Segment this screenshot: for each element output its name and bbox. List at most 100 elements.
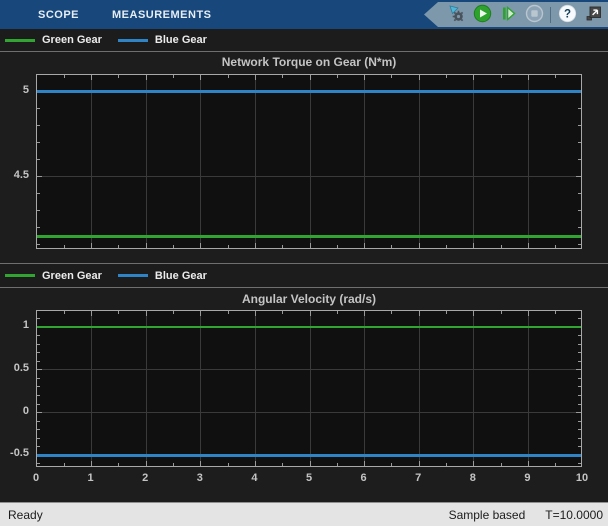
axis-tick [146,75,147,80]
tab-scope[interactable]: SCOPE [38,9,79,21]
axis-tick [173,311,174,314]
plot-axes[interactable] [36,310,582,467]
simulation-settings-button[interactable] [446,5,466,25]
legend-line-swatch [118,39,148,42]
legend-item-blue-gear[interactable]: Blue Gear [118,270,207,282]
axis-tick [501,245,502,248]
axis-tick [578,125,581,126]
axis-tick [528,311,529,316]
status-sample-mode: Sample based [449,508,526,522]
axis-tick [255,75,256,80]
axis-tick [337,245,338,248]
axis-tick [37,335,40,336]
legend-line-swatch [118,274,148,277]
axis-tick [118,311,119,314]
axis-tick [391,245,392,248]
gridline-vertical [255,75,256,248]
gridline-vertical [200,311,201,466]
axis-tick [37,412,42,413]
gridline-vertical [528,75,529,248]
gridline-vertical [364,75,365,248]
legend-item-green-gear[interactable]: Green Gear [5,34,102,46]
axis-tick [501,75,502,78]
status-text: Ready [8,508,43,522]
axis-tick [391,463,392,466]
axis-tick [576,176,581,177]
legend-line-swatch [5,274,35,277]
x-tick-label: 0 [21,472,51,484]
y-tick-label: 0.5 [0,362,29,374]
axis-tick [446,75,447,78]
axis-tick [37,142,40,143]
axis-tick [118,245,119,248]
x-tick-label: 1 [76,472,106,484]
axis-tick [578,361,581,362]
gridline-vertical [146,75,147,248]
axis-tick [91,243,92,248]
stop-icon [525,4,544,26]
series-line-green-gear [37,235,581,238]
axis-tick [173,245,174,248]
axis-tick [578,142,581,143]
dock-icon [584,4,603,26]
status-bar: Ready Sample based T=10.0000 [0,502,608,526]
gridline-horizontal [37,369,581,370]
axis-tick [419,461,420,466]
svg-text:?: ? [563,8,570,20]
axis-tick [501,463,502,466]
gridline-vertical [200,75,201,248]
legend-display-2: Green Gear Blue Gear [0,264,608,287]
step-forward-button[interactable] [498,5,518,25]
axis-tick [391,311,392,314]
legend-item-green-gear[interactable]: Green Gear [5,270,102,282]
gridline-vertical [255,311,256,466]
tab-measurements[interactable]: MEASUREMENTS [112,9,212,21]
axis-tick [255,461,256,466]
axis-tick [255,243,256,248]
legend-item-label: Blue Gear [155,270,207,282]
run-button[interactable] [472,5,492,25]
axis-tick [364,461,365,466]
axis-tick [555,75,556,78]
axis-tick [37,108,40,109]
legend-item-label: Blue Gear [155,34,207,46]
axis-tick [91,75,92,80]
display-panel-torque: Network Torque on Gear (N*m)54.5 [0,52,608,263]
x-tick-label: 10 [567,472,597,484]
dock-button[interactable] [583,5,603,25]
axis-tick [578,429,581,430]
axis-tick [528,75,529,80]
axis-tick [37,429,40,430]
axis-tick [37,159,40,160]
axis-tick [473,243,474,248]
axis-tick [364,243,365,248]
axis-tick [576,369,581,370]
axis-tick [118,75,119,78]
plot-axes[interactable] [36,74,582,249]
axis-tick [364,311,365,316]
axis-tick [446,311,447,314]
axis-tick [64,463,65,466]
help-button[interactable]: ? [557,5,577,25]
gridline-vertical [419,311,420,466]
axis-tick [146,461,147,466]
legend-item-blue-gear[interactable]: Blue Gear [118,34,207,46]
toolstrip-tabbar: SCOPE MEASUREMENTS ? [0,0,608,29]
axis-tick [310,75,311,80]
axis-tick [37,369,42,370]
axis-tick [200,311,201,316]
axis-tick [337,75,338,78]
axis-tick [473,461,474,466]
axis-tick [419,243,420,248]
gridline-vertical [364,311,365,466]
axis-tick [578,227,581,228]
y-tick-label: 4.5 [0,169,29,181]
stop-button[interactable] [524,5,544,25]
legend-item-label: Green Gear [42,270,102,282]
axis-tick [37,446,40,447]
axis-tick [446,463,447,466]
chart-title: Angular Velocity (rad/s) [36,292,582,306]
axis-tick [578,210,581,211]
axis-tick [91,311,92,316]
axis-tick [578,352,581,353]
